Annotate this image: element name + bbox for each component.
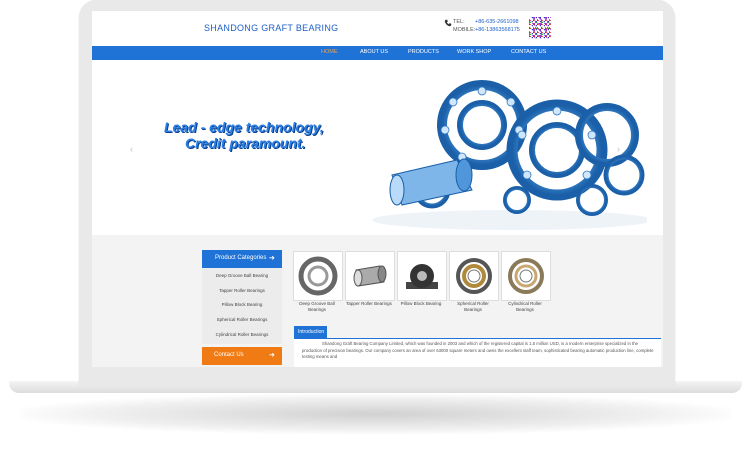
- cylindrical-roller-bearing-image: [508, 258, 544, 294]
- website-screen: SHANDONG GRAFT BEARING TEL: +86-635-26610…: [92, 11, 663, 367]
- tab-introduction-label: Introduction: [298, 329, 325, 335]
- product-label-line: Bearings: [308, 306, 326, 312]
- product-label-line: Pillow Block Bearing: [400, 301, 442, 306]
- product-label-tapper-roller[interactable]: Tapper Roller Bearings: [344, 301, 394, 307]
- product-label-line: Tapper Roller Bearings: [346, 301, 392, 306]
- product-card-cylindrical-roller[interactable]: [501, 251, 551, 301]
- spherical-roller-bearing-image: [456, 258, 492, 294]
- category-spherical-roller[interactable]: Spherical Roller Bearings: [202, 317, 282, 322]
- site-logo[interactable]: SHANDONG GRAFT BEARING: [204, 23, 338, 33]
- contact-us-title: Contact Us: [214, 352, 244, 358]
- hero-banner: Lead - edge technology, Credit paramount…: [92, 60, 663, 235]
- laptop-shadow: [20, 394, 731, 434]
- deep-groove-bearing-image: [298, 256, 338, 296]
- product-categories-title: Product Categories: [215, 255, 267, 261]
- product-label-line: Deep Groove Ball: [299, 301, 335, 306]
- nav-about-us[interactable]: ABOUT US: [360, 49, 388, 55]
- category-deep-groove[interactable]: Deep Groove Ball Bearing: [202, 273, 282, 278]
- product-categories-header[interactable]: Product Categories ➜: [202, 250, 282, 268]
- tel-value: +86-635-2661098: [475, 19, 519, 25]
- nav-work-shop[interactable]: WORK SHOP: [457, 49, 491, 55]
- pillow-block-bearing-image: [406, 264, 438, 289]
- product-card-tapper-roller[interactable]: [345, 251, 395, 301]
- category-list: Deep Groove Ball Bearing Tapper Roller B…: [202, 268, 282, 344]
- arrow-right-icon: ➜: [269, 352, 275, 359]
- header-contact: TEL: +86-635-2661098 MOBILE:+86-138635681…: [453, 18, 520, 34]
- product-label-line: Spherical Roller Bearings: [457, 301, 489, 312]
- banner-slogan-line2: Credit paramount.: [185, 135, 306, 151]
- mobile-label: MOBILE:: [453, 27, 476, 33]
- category-cylindrical-roller[interactable]: Cylindrical Roller Bearings: [202, 332, 282, 337]
- mobile-value: +86-13863568175: [475, 27, 520, 33]
- nav-products[interactable]: PRODUCTS: [408, 49, 439, 55]
- category-tapper-roller[interactable]: Tapper Roller Bearings: [202, 288, 282, 293]
- product-label-pillow-block[interactable]: Pillow Block Bearing: [396, 301, 446, 307]
- tab-introduction[interactable]: Introduction: [294, 326, 327, 338]
- contact-us-header[interactable]: Contact Us ➜: [202, 347, 282, 365]
- nav-home[interactable]: HOME: [321, 49, 338, 55]
- introduction-text: Shandong Graft Bearing Company Limited, …: [302, 341, 654, 359]
- main-nav: HOME ABOUT US PRODUCTS WORK SHOP CONTACT…: [92, 46, 663, 60]
- product-label-line: Bearings: [516, 306, 534, 312]
- product-label-deep-groove[interactable]: Deep Groove Ball Bearings: [292, 301, 342, 312]
- mobile-row: MOBILE:+86-13863568175: [453, 26, 520, 34]
- qr-code-icon: [529, 17, 551, 39]
- arrow-right-icon: ➜: [269, 255, 275, 262]
- main-content: Product Categories ➜ Deep Groove Ball Be…: [92, 235, 663, 367]
- product-card-spherical-roller[interactable]: [449, 251, 499, 301]
- tapper-roller-bearing-image: [353, 265, 387, 287]
- nav-contact-us[interactable]: CONTACT US: [511, 49, 546, 55]
- product-card-deep-groove[interactable]: [293, 251, 343, 301]
- phone-icon: [444, 19, 452, 27]
- bearings-illustration: [372, 80, 647, 230]
- banner-prev-icon[interactable]: ‹: [130, 144, 133, 154]
- tel-label: TEL:: [453, 19, 465, 25]
- product-label-cylindrical-roller[interactable]: Cylindrical Roller Bearings: [500, 301, 550, 312]
- banner-slogan-line1: Lead - edge technology,: [164, 119, 324, 135]
- product-card-pillow-block[interactable]: [397, 251, 447, 301]
- category-pillow-block[interactable]: Pillow Block Bearing: [202, 302, 282, 307]
- product-label-spherical-roller[interactable]: Spherical Roller Bearings: [448, 301, 498, 312]
- tel-row: TEL: +86-635-2661098: [453, 18, 520, 26]
- site-header: SHANDONG GRAFT BEARING TEL: +86-635-26610…: [92, 11, 663, 45]
